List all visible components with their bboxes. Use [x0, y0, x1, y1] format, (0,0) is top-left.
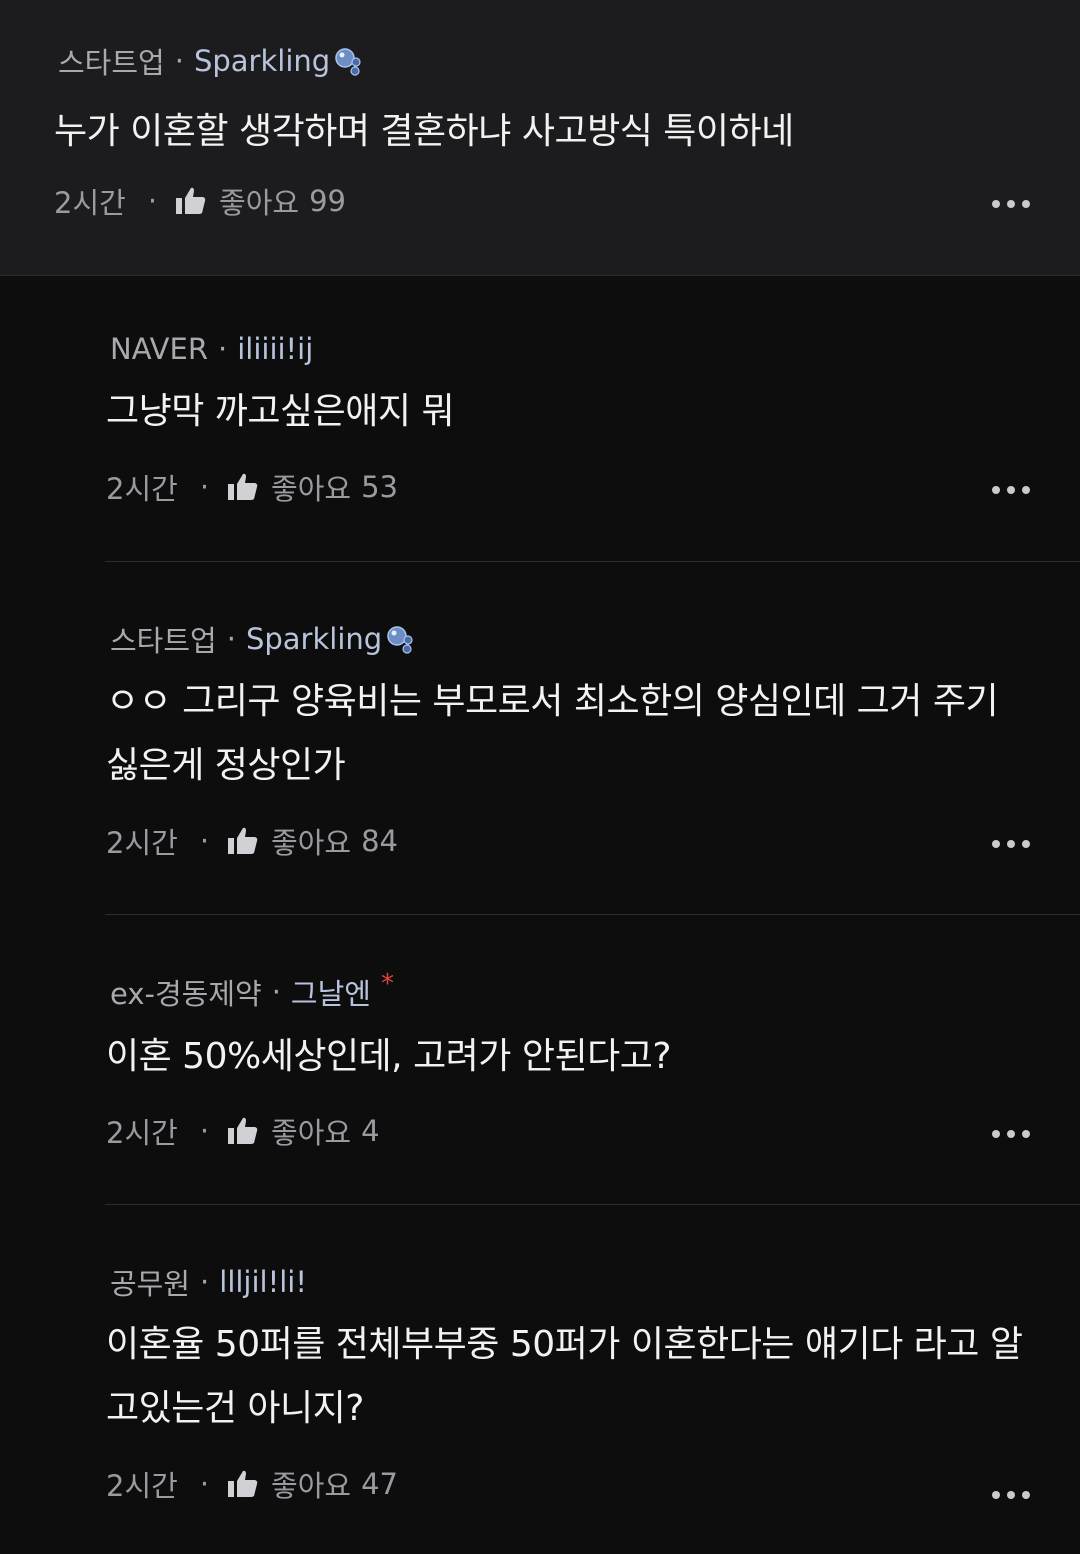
like-count: 53: [361, 470, 398, 504]
more-options-icon[interactable]: [992, 840, 1030, 848]
footer-dot: ·: [199, 470, 210, 504]
comment-time: 2시간: [54, 186, 126, 220]
company-label: ex-경동제약: [110, 977, 262, 1011]
comment-text: 이혼 50%세상인데, 고려가 안된다고?: [106, 1036, 671, 1077]
nickname-link[interactable]: 그날엔: [291, 971, 371, 1013]
more-options-icon[interactable]: [992, 486, 1030, 494]
meta-dot: ·: [200, 1265, 210, 1299]
meta-dot: ·: [218, 332, 228, 366]
like-count: 4: [361, 1114, 380, 1148]
comment-footer: 2시간 · 좋아요 99: [54, 180, 346, 222]
comment-footer: 2시간 · 좋아요 4: [106, 1110, 380, 1152]
meta-dot: ·: [174, 44, 184, 78]
more-options-icon[interactable]: [992, 200, 1030, 208]
comment-text: 누가 이혼할 생각하며 결혼하냐 사고방식 특이하네: [54, 111, 794, 152]
comment-time: 2시간: [106, 472, 178, 506]
more-options-icon[interactable]: [992, 1130, 1030, 1138]
reply-comment: NAVER · iliiii!ij 그냥막 까고싶은애지 뭐 2시간 · 좋아요…: [0, 276, 1080, 562]
nickname-link[interactable]: Sparkling: [194, 44, 330, 78]
reply-comment: 공무원 · llljil!li! 이혼율 50퍼를 전체부부중 50퍼가 이혼한…: [0, 1205, 1080, 1554]
like-label[interactable]: 좋아요: [271, 1463, 351, 1505]
comment-meta: 공무원 · llljil!li!: [110, 1261, 307, 1303]
comment-footer: 2시간 · 좋아요 84: [106, 820, 398, 862]
comment-footer: 2시간 · 좋아요 53: [106, 466, 398, 508]
comment-footer: 2시간 · 좋아요 47: [106, 1463, 398, 1505]
thumbs-up-icon[interactable]: [227, 1469, 259, 1499]
comment-meta: 스타트업 · Sparkling: [110, 618, 414, 660]
new-indicator: *: [380, 969, 394, 999]
footer-dot: ·: [199, 1467, 210, 1501]
footer-dot: ·: [199, 1114, 210, 1148]
comment-time: 2시간: [106, 826, 178, 860]
comment-text: 그냥막 까고싶은애지 뭐: [106, 391, 455, 432]
like-count: 99: [309, 184, 346, 218]
company-label: 스타트업: [110, 624, 217, 658]
footer-dot: ·: [199, 824, 210, 858]
reply-comment: ex-경동제약 · 그날엔 * 이혼 50%세상인데, 고려가 안된다고? 2시…: [0, 915, 1080, 1205]
comment-meta: NAVER · iliiii!ij: [110, 332, 313, 366]
like-count: 84: [361, 824, 398, 858]
footer-dot: ·: [147, 184, 158, 218]
bubbles-icon: [334, 47, 362, 76]
company-label: 공무원: [110, 1267, 191, 1301]
comment-meta: 스타트업 · Sparkling: [58, 40, 362, 82]
comment-time: 2시간: [106, 1469, 178, 1503]
like-count: 47: [361, 1467, 398, 1501]
comment-meta: ex-경동제약 · 그날엔 *: [110, 969, 394, 1013]
company-label: NAVER: [110, 332, 208, 366]
comment-text: ㅇㅇ 그리구 양육비는 부모로서 최소한의 양심인데 그거 주기 싫은게 정상인…: [106, 681, 999, 786]
nickname-link[interactable]: llljil!li!: [219, 1265, 307, 1299]
thumbs-up-icon[interactable]: [175, 186, 207, 216]
comment-time: 2시간: [106, 1116, 178, 1150]
thumbs-up-icon[interactable]: [227, 472, 259, 502]
meta-dot: ·: [271, 975, 281, 1009]
meta-dot: ·: [226, 622, 236, 656]
reply-comment: 스타트업 · Sparkling ㅇㅇ 그리구 양육비는 부모로서 최소한의 양…: [0, 562, 1080, 915]
comment-text: 이혼율 50퍼를 전체부부중 50퍼가 이혼한다는 얘기다 라고 알고있는건 아…: [106, 1324, 1023, 1429]
parent-comment: 스타트업 · Sparkling 누가 이혼할 생각하며 결혼하냐 사고방식 특…: [0, 0, 1080, 276]
nickname-link[interactable]: Sparkling: [246, 622, 382, 656]
bubbles-icon: [386, 625, 414, 654]
thumbs-up-icon[interactable]: [227, 1116, 259, 1146]
like-label[interactable]: 좋아요: [271, 466, 351, 508]
like-label[interactable]: 좋아요: [271, 1110, 351, 1152]
like-label[interactable]: 좋아요: [219, 180, 299, 222]
comment-thread: 스타트업 · Sparkling 누가 이혼할 생각하며 결혼하냐 사고방식 특…: [0, 0, 1080, 1554]
like-label[interactable]: 좋아요: [271, 820, 351, 862]
more-options-icon[interactable]: [992, 1491, 1030, 1499]
thumbs-up-icon[interactable]: [227, 826, 259, 856]
company-label: 스타트업: [58, 46, 165, 80]
nickname-link[interactable]: iliiii!ij: [237, 332, 313, 366]
